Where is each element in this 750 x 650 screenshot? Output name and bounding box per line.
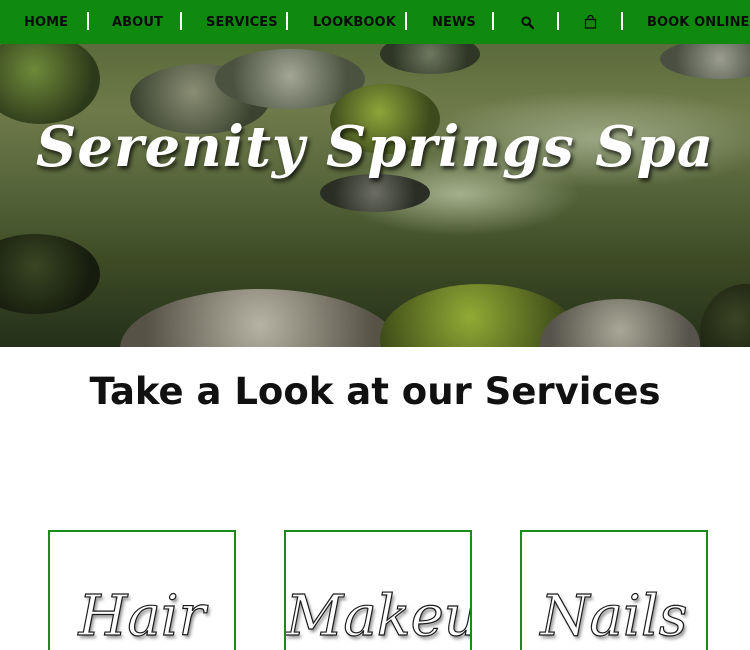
nav-news-link[interactable]: NEWS — [432, 0, 476, 44]
hero-rock — [660, 44, 750, 79]
service-card-nails[interactable]: Nails — [520, 530, 708, 650]
shopping-bag-icon[interactable] — [582, 0, 598, 44]
nav-services-link[interactable]: SERVICES — [206, 0, 278, 44]
nav-separator — [87, 12, 89, 30]
nav-separator — [557, 12, 559, 30]
hero-rock — [0, 44, 100, 124]
hero-rock — [380, 44, 480, 74]
service-card-makeup[interactable]: Makeup — [284, 530, 472, 650]
service-card-label: Makeup — [286, 583, 470, 649]
hero-rock — [0, 234, 100, 314]
nav-separator — [286, 12, 288, 30]
hero-rock — [120, 289, 400, 347]
nav-lookbook-link[interactable]: LOOKBOOK — [313, 0, 396, 44]
hero-title: Serenity Springs Spa — [35, 114, 715, 180]
search-icon[interactable] — [519, 0, 535, 44]
nav-separator — [621, 12, 623, 30]
nav-home-link[interactable]: HOME — [24, 0, 68, 44]
service-card-label: Hair — [78, 583, 206, 649]
hero-rock — [700, 284, 750, 347]
book-online-link[interactable]: BOOK ONLINE — [647, 0, 750, 44]
service-card-hair[interactable]: Hair — [48, 530, 236, 650]
nav-separator — [180, 12, 182, 30]
nav-about-link[interactable]: ABOUT — [112, 0, 163, 44]
nav-separator — [492, 12, 494, 30]
hero-banner: Serenity Springs Spa — [0, 44, 750, 347]
services-heading: Take a Look at our Services — [89, 370, 661, 413]
top-nav-bar: HOME ABOUT SERVICES LOOKBOOK NEWS BOOK O… — [0, 0, 750, 44]
service-card-label: Nails — [540, 583, 688, 649]
nav-separator — [405, 12, 407, 30]
hero-rock — [540, 299, 700, 347]
